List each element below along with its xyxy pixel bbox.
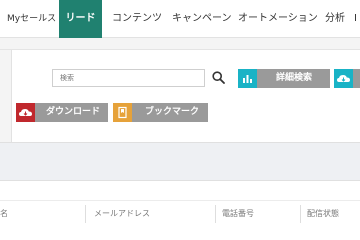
column-header-delivery-status[interactable]: 配信状態: [307, 204, 360, 224]
column-header-email[interactable]: メールアドレス: [94, 204, 214, 224]
table-top-border: [0, 200, 360, 201]
search-icon[interactable]: [212, 71, 225, 84]
nav-item-leads[interactable]: リード: [59, 0, 102, 38]
column-divider: [300, 205, 301, 223]
column-divider: [215, 205, 216, 223]
bookmark-label: ブックマーク: [145, 107, 200, 117]
left-panel: [0, 50, 12, 142]
nav-item-automation[interactable]: オートメーション: [238, 0, 318, 38]
bookmark-icon: [113, 103, 132, 122]
download-button[interactable]: ダウンロード: [16, 103, 108, 122]
search-input[interactable]: [52, 69, 205, 87]
filter-band: [0, 142, 360, 181]
top-navigation: Myセールス リード コンテンツ キャンペーン オートメーション 分析 I: [0, 0, 360, 38]
nav-item-my-sales[interactable]: Myセールス: [7, 0, 57, 38]
cloud-download-button[interactable]: [334, 69, 360, 88]
bookmark-button[interactable]: ブックマーク: [113, 103, 208, 122]
nav-item-contents[interactable]: コンテンツ: [112, 0, 162, 38]
cloud-download-icon: [334, 69, 353, 88]
cloud-download-icon: [16, 103, 35, 122]
chart-icon: [238, 69, 257, 88]
column-divider: [85, 205, 86, 223]
download-label: ダウンロード: [46, 107, 101, 117]
column-header-name[interactable]: 名: [0, 204, 40, 224]
toolbar-band: [0, 38, 360, 50]
column-header-phone[interactable]: 電話番号: [222, 204, 292, 224]
nav-item-more[interactable]: I: [354, 0, 360, 38]
detail-search-label: 詳細検索: [276, 73, 313, 83]
nav-item-analytics[interactable]: 分析: [325, 0, 345, 38]
detail-search-button[interactable]: 詳細検索: [238, 69, 330, 88]
nav-item-campaigns[interactable]: キャンペーン: [172, 0, 232, 38]
